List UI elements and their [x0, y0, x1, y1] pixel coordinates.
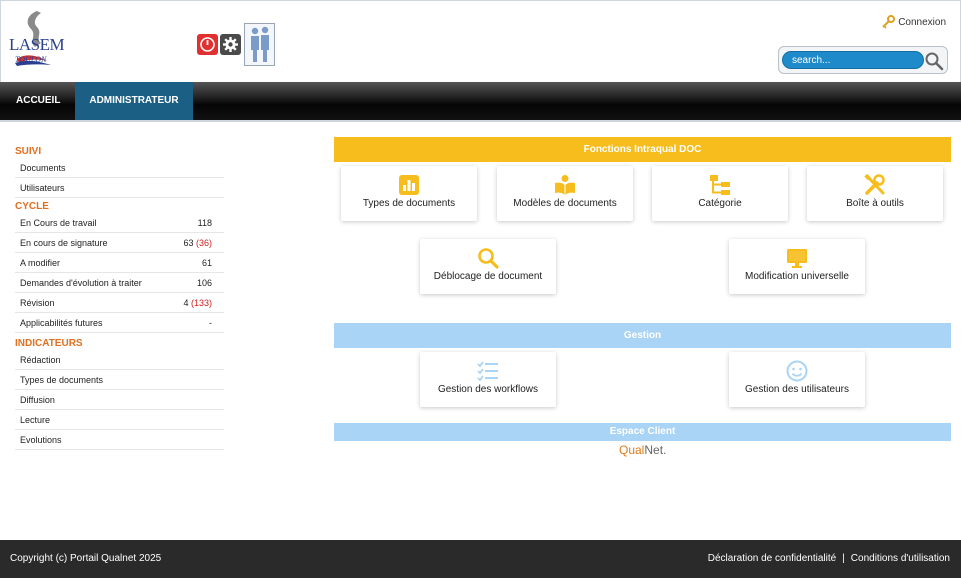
- sidebar-item-label: Utilisateurs: [20, 183, 65, 193]
- logo-subtitle: TOULON: [15, 55, 47, 64]
- tile-types-de-documents[interactable]: Types de documents: [341, 166, 477, 221]
- tile-boite-a-outils[interactable]: Boîte à outils: [807, 166, 943, 221]
- qualnet-brand-part2: Net.: [644, 443, 667, 457]
- key-icon: [881, 15, 896, 29]
- nav-administrateur[interactable]: ADMINISTRATEUR: [75, 82, 193, 120]
- espace-client-header: Espace Client: [334, 423, 951, 441]
- sidebar-item-count: 63 (36): [183, 238, 212, 248]
- tools-icon: [807, 174, 943, 196]
- sidebar-item-count: 61: [201, 258, 212, 268]
- sidebar-item-label: Demandes d'évolution à traiter: [20, 278, 142, 288]
- magnifier-icon: [420, 247, 556, 269]
- power-icon[interactable]: [197, 34, 218, 55]
- tile-label: Catégorie: [698, 198, 742, 209]
- sidebar-item-label: Applicabilités futures: [20, 318, 103, 328]
- sidebar-item-label: Types de documents: [20, 375, 104, 385]
- section-title-suivi: SUIVI: [15, 146, 42, 157]
- lasem-logo[interactable]: LASEM TOULON: [7, 9, 65, 69]
- tile-label: Gestion des workflows: [437, 384, 539, 395]
- copyright-text: Copyright (c) Portail Qualnet 2025: [10, 553, 162, 564]
- sidebar-item-utilisateurs[interactable]: Utilisateurs: [15, 178, 224, 198]
- tile-label: Modification universelle: [745, 271, 849, 282]
- tile-gestion-des-workflows[interactable]: Gestion des workflows: [420, 352, 556, 407]
- sidebar-item-label: Lecture: [20, 415, 51, 425]
- sidebar-item-extra-count: (36): [195, 238, 212, 248]
- fonctions-header: Fonctions Intraqual DOC: [334, 137, 951, 162]
- connexion-label: Connexion: [898, 16, 946, 28]
- tile-gestion-des-utilisateurs[interactable]: Gestion des utilisateurs: [729, 352, 865, 407]
- sidebar-item-en-cours-de-travail[interactable]: En Cours de travail 118: [15, 213, 224, 233]
- sidebar-item-label: En cours de signature: [20, 238, 108, 248]
- sidebar-item-types-de-documents[interactable]: Types de documents: [15, 370, 224, 390]
- checklist-icon: [420, 360, 556, 382]
- footer-links: Déclaration de confidentialité | Condition…: [708, 553, 950, 564]
- book-icon: [497, 174, 633, 196]
- sidebar-item-label: Evolutions: [20, 435, 62, 445]
- smiley-icon: [729, 360, 865, 382]
- chart-icon: [341, 174, 477, 196]
- sidebar-item-count: 118: [197, 218, 212, 228]
- sidebar: SUIVI Documents Utilisateurs CYCLE En Co…: [15, 145, 224, 450]
- sidebar-item-revision[interactable]: Révision 4 (133): [15, 293, 224, 313]
- monitor-icon: [729, 247, 865, 269]
- qualnet-brand-part1: Qual: [619, 443, 645, 457]
- hierarchy-icon: [652, 174, 788, 196]
- header: LASEM TOULON Connexion: [0, 0, 961, 82]
- search-box: [778, 46, 948, 74]
- tile-modeles-de-documents[interactable]: Modèles de documents: [497, 166, 633, 221]
- sidebar-item-label: Diffusion: [20, 395, 55, 405]
- sidebar-item-lecture[interactable]: Lecture: [15, 410, 224, 430]
- footer: Copyright (c) Portail Qualnet 2025 Décla…: [0, 540, 961, 578]
- connexion-link[interactable]: Connexion: [881, 15, 946, 29]
- sidebar-item-label: Documents: [20, 163, 66, 173]
- search-icon[interactable]: [924, 51, 944, 71]
- sidebar-item-applicabilites-futures[interactable]: Applicabilités futures -: [15, 313, 224, 333]
- section-title-indicateurs: INDICATEURS: [15, 338, 83, 349]
- tile-deblocage-de-document[interactable]: Déblocage de document: [420, 239, 556, 294]
- sidebar-item-label: A modifier: [20, 258, 61, 268]
- gestion-header: Gestion: [334, 323, 951, 348]
- sidebar-item-label: Rédaction: [20, 355, 61, 365]
- tile-categorie[interactable]: Catégorie: [652, 166, 788, 221]
- nav-accueil[interactable]: ACCUEIL: [0, 82, 75, 120]
- gear-icon[interactable]: [220, 34, 241, 55]
- sidebar-item-count: 4 (133): [183, 298, 212, 308]
- tile-label: Boîte à outils: [846, 198, 904, 209]
- sidebar-item-label: Révision: [20, 298, 55, 308]
- sidebar-item-en-cours-de-signature[interactable]: En cours de signature 63 (36): [15, 233, 224, 253]
- main-nav: ACCUEIL ADMINISTRATEUR: [0, 82, 961, 122]
- tile-label: Déblocage de document: [433, 271, 543, 282]
- section-title-cycle: CYCLE: [15, 201, 49, 212]
- sidebar-item-redaction[interactable]: Rédaction: [15, 350, 224, 370]
- sidebar-item-diffusion[interactable]: Diffusion: [15, 390, 224, 410]
- users-icon[interactable]: [244, 23, 275, 66]
- qualnet-logo-link[interactable]: QualNet.: [619, 443, 666, 457]
- search-input[interactable]: [782, 51, 924, 69]
- tile-label: Types de documents: [362, 198, 456, 209]
- tile-label: Gestion des utilisateurs: [745, 384, 849, 395]
- sidebar-item-extra-count: (133): [190, 298, 212, 308]
- privacy-link[interactable]: Déclaration de confidentialité: [708, 553, 836, 564]
- sidebar-item-count: 106: [196, 278, 212, 288]
- tile-modification-universelle[interactable]: Modification universelle: [729, 239, 865, 294]
- sidebar-item-evolutions[interactable]: Evolutions: [15, 430, 224, 450]
- footer-separator: |: [842, 553, 845, 564]
- sidebar-item-documents[interactable]: Documents: [15, 158, 224, 178]
- sidebar-item-a-modifier[interactable]: A modifier 61: [15, 253, 224, 273]
- sidebar-item-label: En Cours de travail: [20, 218, 97, 228]
- sidebar-item-count: -: [209, 318, 212, 328]
- terms-link[interactable]: Conditions d'utilisation: [851, 553, 950, 564]
- tile-label: Modèles de documents: [513, 198, 617, 209]
- logo-name: LASEM: [9, 35, 65, 54]
- sidebar-item-demandes-evolution[interactable]: Demandes d'évolution à traiter 106: [15, 273, 224, 293]
